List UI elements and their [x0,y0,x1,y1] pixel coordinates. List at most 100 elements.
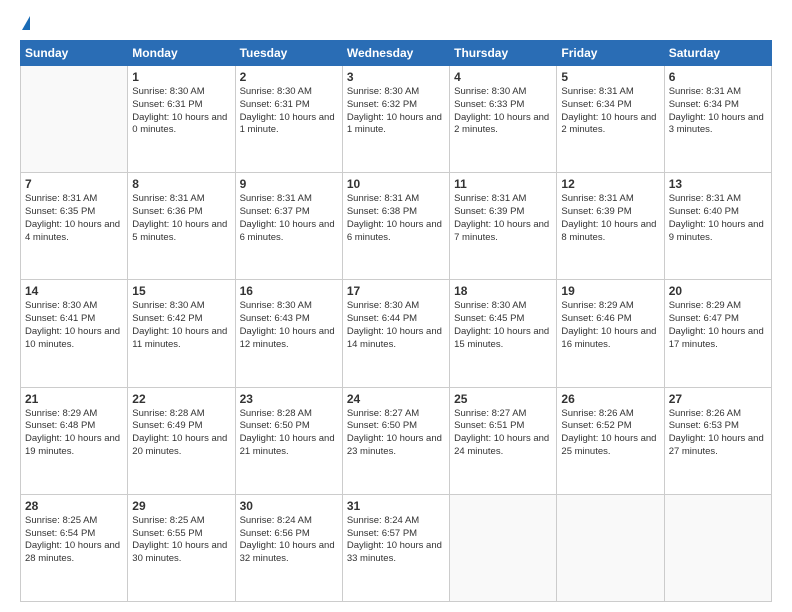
calendar-week-3: 21Sunrise: 8:29 AMSunset: 6:48 PMDayligh… [21,387,772,494]
calendar-cell: 30Sunrise: 8:24 AMSunset: 6:56 PMDayligh… [235,494,342,601]
calendar-cell: 18 Sunrise: 8:30 AMSunset: 6:45 PMDayligh… [450,280,557,387]
cell-info: Sunrise: 8:30 AMSunset: 6:33 PMDaylight:… [454,86,552,137]
calendar-cell: 3 Sunrise: 8:30 AMSunset: 6:32 PMDaylight… [342,66,449,173]
cell-day-number: 18 [454,284,552,298]
header-cell-wednesday: Wednesday [342,41,449,66]
header-cell-thursday: Thursday [450,41,557,66]
calendar-cell: 22Sunrise: 8:28 AMSunset: 6:49 PMDayligh… [128,387,235,494]
calendar-cell: 9Sunrise: 8:31 AMSunset: 6:37 PMDaylight… [235,173,342,280]
cell-info: Sunrise: 8:29 AMSunset: 6:46 PMDaylight:… [561,300,659,351]
cell-day-number: 23 [240,392,338,406]
cell-day-number: 27 [669,392,767,406]
calendar-cell [21,66,128,173]
cell-info: Sunrise: 8:30 AMSunset: 6:45 PMDaylight:… [454,300,552,351]
cell-day-number: 8 [132,177,230,191]
cell-day-number: 3 [347,70,445,84]
header-cell-friday: Friday [557,41,664,66]
cell-info: Sunrise: 8:29 AMSunset: 6:48 PMDaylight:… [25,408,123,459]
calendar-cell: 28 Sunrise: 8:25 AMSunset: 6:54 PMDayligh… [21,494,128,601]
calendar-body: 1 Sunrise: 8:30 AMSunset: 6:31 PMDaylight… [21,66,772,602]
cell-info: Sunrise: 8:31 AMSunset: 6:40 PMDaylight:… [669,193,767,244]
header [20,16,772,32]
calendar-cell: 13 Sunrise: 8:31 AMSunset: 6:40 PMDayligh… [664,173,771,280]
cell-info: Sunrise: 8:31 AMSunset: 6:38 PMDaylight:… [347,193,445,244]
cell-day-number: 4 [454,70,552,84]
cell-day-number: 28 [25,499,123,513]
calendar-week-1: 7 Sunrise: 8:31 AMSunset: 6:35 PMDaylight… [21,173,772,280]
cell-day-number: 26 [561,392,659,406]
calendar-cell [450,494,557,601]
calendar-week-4: 28 Sunrise: 8:25 AMSunset: 6:54 PMDayligh… [21,494,772,601]
calendar-cell [664,494,771,601]
calendar-cell: 31 Sunrise: 8:24 AMSunset: 6:57 PMDayligh… [342,494,449,601]
cell-day-number: 25 [454,392,552,406]
calendar-cell: 25Sunrise: 8:27 AMSunset: 6:51 PMDayligh… [450,387,557,494]
cell-info: Sunrise: 8:29 AMSunset: 6:47 PMDaylight:… [669,300,767,351]
cell-info: Sunrise: 8:31 AMSunset: 6:39 PMDaylight:… [454,193,552,244]
cell-day-number: 31 [347,499,445,513]
cell-info: Sunrise: 8:31 AMSunset: 6:39 PMDaylight:… [561,193,659,244]
cell-info: Sunrise: 8:31 AMSunset: 6:35 PMDaylight:… [25,193,123,244]
logo-icon [22,16,30,30]
cell-day-number: 17 [347,284,445,298]
calendar-cell: 11 Sunrise: 8:31 AMSunset: 6:39 PMDayligh… [450,173,557,280]
calendar-cell: 2Sunrise: 8:30 AMSunset: 6:31 PMDaylight… [235,66,342,173]
calendar-cell: 14 Sunrise: 8:30 AMSunset: 6:41 PMDayligh… [21,280,128,387]
calendar-cell: 17Sunrise: 8:30 AMSunset: 6:44 PMDayligh… [342,280,449,387]
page: SundayMondayTuesdayWednesdayThursdayFrid… [0,0,792,612]
cell-info: Sunrise: 8:30 AMSunset: 6:31 PMDaylight:… [240,86,338,137]
cell-info: Sunrise: 8:31 AMSunset: 6:36 PMDaylight:… [132,193,230,244]
cell-info: Sunrise: 8:28 AMSunset: 6:50 PMDaylight:… [240,408,338,459]
cell-info: Sunrise: 8:24 AMSunset: 6:57 PMDaylight:… [347,515,445,566]
calendar-cell: 19 Sunrise: 8:29 AMSunset: 6:46 PMDayligh… [557,280,664,387]
cell-day-number: 13 [669,177,767,191]
calendar-cell: 4 Sunrise: 8:30 AMSunset: 6:33 PMDaylight… [450,66,557,173]
calendar-week-0: 1 Sunrise: 8:30 AMSunset: 6:31 PMDaylight… [21,66,772,173]
calendar-header: SundayMondayTuesdayWednesdayThursdayFrid… [21,41,772,66]
cell-day-number: 30 [240,499,338,513]
cell-day-number: 15 [132,284,230,298]
cell-info: Sunrise: 8:30 AMSunset: 6:32 PMDaylight:… [347,86,445,137]
cell-day-number: 11 [454,177,552,191]
calendar-cell: 12 Sunrise: 8:31 AMSunset: 6:39 PMDayligh… [557,173,664,280]
cell-day-number: 7 [25,177,123,191]
calendar-cell: 23 Sunrise: 8:28 AMSunset: 6:50 PMDayligh… [235,387,342,494]
cell-info: Sunrise: 8:26 AMSunset: 6:53 PMDaylight:… [669,408,767,459]
cell-info: Sunrise: 8:25 AMSunset: 6:55 PMDaylight:… [132,515,230,566]
cell-day-number: 5 [561,70,659,84]
cell-info: Sunrise: 8:30 AMSunset: 6:43 PMDaylight:… [240,300,338,351]
cell-info: Sunrise: 8:30 AMSunset: 6:42 PMDaylight:… [132,300,230,351]
cell-day-number: 6 [669,70,767,84]
logo [20,16,30,32]
logo-text [20,16,30,32]
cell-info: Sunrise: 8:25 AMSunset: 6:54 PMDaylight:… [25,515,123,566]
cell-day-number: 22 [132,392,230,406]
cell-day-number: 20 [669,284,767,298]
cell-day-number: 29 [132,499,230,513]
cell-info: Sunrise: 8:30 AMSunset: 6:41 PMDaylight:… [25,300,123,351]
header-row: SundayMondayTuesdayWednesdayThursdayFrid… [21,41,772,66]
calendar-cell: 21Sunrise: 8:29 AMSunset: 6:48 PMDayligh… [21,387,128,494]
cell-day-number: 1 [132,70,230,84]
calendar-cell: 29 Sunrise: 8:25 AMSunset: 6:55 PMDayligh… [128,494,235,601]
calendar-cell: 26 Sunrise: 8:26 AMSunset: 6:52 PMDayligh… [557,387,664,494]
calendar-cell: 27 Sunrise: 8:26 AMSunset: 6:53 PMDayligh… [664,387,771,494]
calendar-cell: 6 Sunrise: 8:31 AMSunset: 6:34 PMDaylight… [664,66,771,173]
calendar-cell [557,494,664,601]
header-cell-saturday: Saturday [664,41,771,66]
cell-day-number: 24 [347,392,445,406]
cell-info: Sunrise: 8:31 AMSunset: 6:37 PMDaylight:… [240,193,338,244]
calendar-cell: 24Sunrise: 8:27 AMSunset: 6:50 PMDayligh… [342,387,449,494]
calendar-cell: 8 Sunrise: 8:31 AMSunset: 6:36 PMDaylight… [128,173,235,280]
calendar-cell: 16 Sunrise: 8:30 AMSunset: 6:43 PMDayligh… [235,280,342,387]
calendar-cell: 15 Sunrise: 8:30 AMSunset: 6:42 PMDayligh… [128,280,235,387]
calendar-week-2: 14 Sunrise: 8:30 AMSunset: 6:41 PMDayligh… [21,280,772,387]
cell-day-number: 19 [561,284,659,298]
header-cell-monday: Monday [128,41,235,66]
cell-day-number: 14 [25,284,123,298]
calendar-cell: 20 Sunrise: 8:29 AMSunset: 6:47 PMDayligh… [664,280,771,387]
cell-day-number: 12 [561,177,659,191]
cell-info: Sunrise: 8:26 AMSunset: 6:52 PMDaylight:… [561,408,659,459]
cell-info: Sunrise: 8:31 AMSunset: 6:34 PMDaylight:… [669,86,767,137]
cell-day-number: 16 [240,284,338,298]
